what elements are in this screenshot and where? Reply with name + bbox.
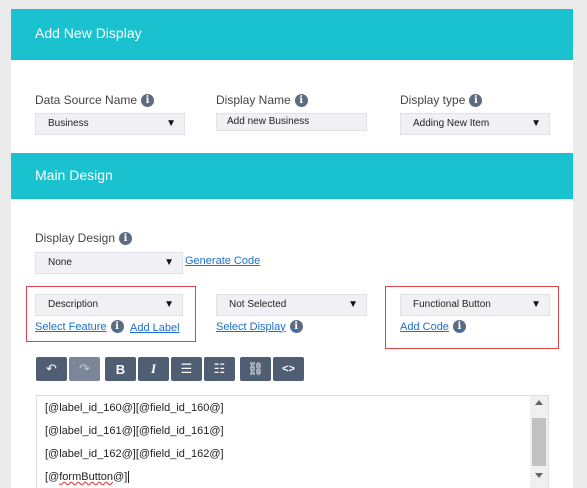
editor-line: [@label_id_161@][@field_id_161@] <box>45 425 224 437</box>
spellcheck-word: formButton <box>59 471 114 483</box>
bold-icon: B <box>115 361 126 377</box>
dropdown-arrow-icon: ▼ <box>166 118 176 129</box>
display-name-input[interactable]: Add new Business <box>216 113 367 131</box>
info-icon[interactable]: i <box>452 320 466 333</box>
display-select[interactable]: Not Selected ▼ <box>216 294 367 316</box>
display-name-label: Display Name i <box>216 93 308 107</box>
functional-button-select[interactable]: Functional Button ▼ <box>400 294 550 316</box>
display-type-select[interactable]: Adding New Item ▼ <box>400 113 550 135</box>
display-type-label: Display type i <box>400 93 483 107</box>
data-source-label: Data Source Name i <box>35 93 155 107</box>
dropdown-arrow-icon: ▼ <box>531 118 541 129</box>
numbered-list-icon: ☷ <box>213 361 226 376</box>
undo-icon: ↶ <box>46 361 57 376</box>
scroll-thumb[interactable] <box>532 418 546 466</box>
data-source-select[interactable]: Business ▼ <box>35 113 185 135</box>
editor-line: [@formButton@] <box>45 471 130 484</box>
info-icon[interactable]: i <box>119 231 133 245</box>
scroll-up-icon[interactable] <box>535 400 543 405</box>
info-icon[interactable]: i <box>289 320 303 333</box>
feature-select[interactable]: Description ▼ <box>35 294 183 316</box>
select-feature-link[interactable]: Select Feature i <box>35 320 124 333</box>
code-editor[interactable]: [@label_id_160@][@field_id_160@] [@label… <box>36 395 549 488</box>
dropdown-arrow-icon: ▼ <box>164 257 174 268</box>
link-icon: ⛓ <box>247 361 264 376</box>
bullet-list-button[interactable]: ☰ <box>171 357 202 381</box>
editor-scrollbar[interactable] <box>530 396 548 488</box>
generate-code-link[interactable]: Generate Code <box>185 255 260 267</box>
link-button[interactable]: ⛓ <box>240 357 271 381</box>
page-title: Add New Display <box>11 9 573 60</box>
editor-line: [@label_id_162@][@field_id_162@] <box>45 448 224 460</box>
bullet-list-icon: ☰ <box>180 361 193 376</box>
editor-toolbar: ↶ ↷ B I ☰ ☷ ⛓ <> <box>36 357 306 381</box>
dropdown-arrow-icon: ▼ <box>164 299 174 310</box>
select-display-link[interactable]: Select Display i <box>216 320 303 333</box>
dropdown-arrow-icon: ▼ <box>348 299 358 310</box>
add-display-panel: Add New Display Data Source Name i Busin… <box>11 9 573 488</box>
numbered-list-button[interactable]: ☷ <box>204 357 235 381</box>
display-design-label: Display Design i <box>35 231 133 245</box>
main-design-header: Main Design <box>11 153 573 199</box>
scroll-down-icon[interactable] <box>535 473 543 478</box>
add-label-link[interactable]: Add Label <box>130 322 180 334</box>
bold-button[interactable]: B <box>105 357 136 381</box>
redo-icon: ↷ <box>79 361 90 376</box>
dropdown-arrow-icon: ▼ <box>531 299 541 310</box>
info-icon[interactable]: i <box>294 93 308 107</box>
undo-button[interactable]: ↶ <box>36 357 67 381</box>
add-code-link[interactable]: Add Code i <box>400 320 466 333</box>
italic-button[interactable]: I <box>138 357 169 381</box>
display-design-select[interactable]: None ▼ <box>35 252 183 274</box>
italic-icon: I <box>150 361 157 376</box>
info-icon[interactable]: i <box>469 93 483 107</box>
info-icon[interactable]: i <box>141 93 155 107</box>
redo-button[interactable]: ↷ <box>69 357 100 381</box>
code-icon: <> <box>282 363 295 375</box>
text-cursor <box>128 471 130 484</box>
code-view-button[interactable]: <> <box>273 357 304 381</box>
info-icon[interactable]: i <box>110 320 124 333</box>
editor-line: [@label_id_160@][@field_id_160@] <box>45 402 224 414</box>
